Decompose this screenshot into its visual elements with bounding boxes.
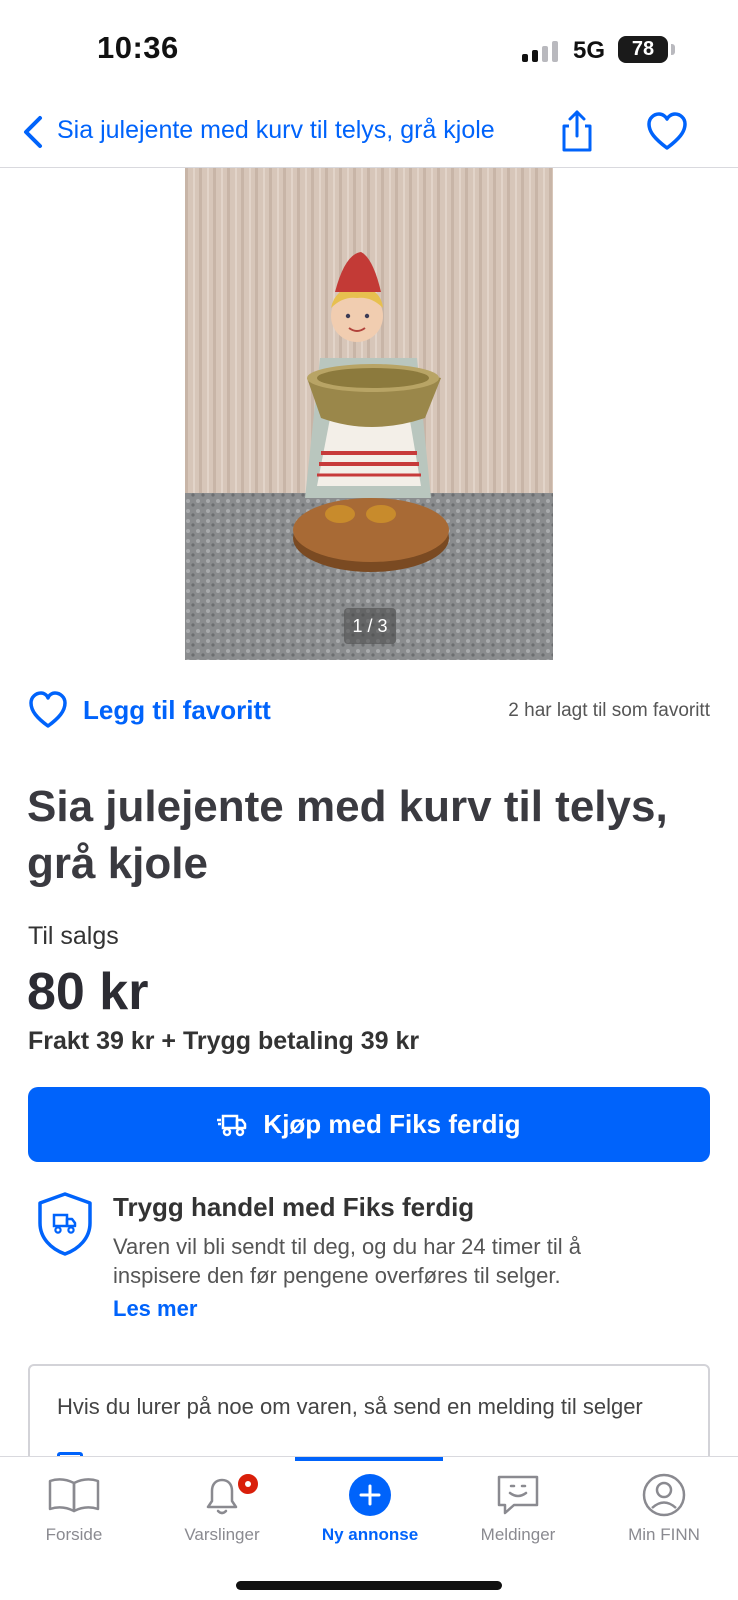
tab-label: Varslinger <box>184 1525 260 1544</box>
heart-outline-icon[interactable] <box>27 690 69 730</box>
book-icon <box>48 1478 100 1513</box>
signal-icon <box>522 40 562 62</box>
tab-label: Meldinger <box>480 1525 556 1544</box>
safe-trade-title: Trygg handel med Fiks ferdig <box>113 1192 475 1222</box>
figurine-photo <box>185 168 553 660</box>
status-bar: 10:36 5G 78 <box>0 0 738 100</box>
image-counter: 1 / 3 <box>344 608 396 644</box>
nav-bar: Sia julejente med kurv til telys, grå kj… <box>0 100 738 168</box>
chat-icon <box>497 1475 539 1515</box>
tab-min-finn[interactable]: Min FINN <box>590 1471 738 1561</box>
tab-bar: Forside Varslinger Ny annonse Meldinger … <box>0 1456 738 1600</box>
sale-status: Til salgs <box>28 922 119 950</box>
shield-truck-icon <box>38 1192 92 1256</box>
shipping-cost: Frakt 39 kr + Trygg betaling 39 kr <box>28 1027 420 1055</box>
notification-badge <box>235 1471 261 1497</box>
home-indicator <box>236 1581 502 1590</box>
chevron-left-icon[interactable] <box>20 112 48 152</box>
truck-icon <box>217 1114 247 1136</box>
share-icon[interactable] <box>560 108 594 154</box>
buy-button[interactable]: Kjøp med Fiks ferdig <box>28 1087 710 1162</box>
contact-seller-text: Hvis du lurer på noe om varen, så send e… <box>57 1394 643 1419</box>
battery-icon: 78 <box>618 36 668 63</box>
add-favorite-button[interactable]: Legg til favoritt <box>83 695 271 726</box>
plus-circle-icon <box>349 1474 391 1516</box>
tab-label: Min FINN <box>628 1525 700 1544</box>
active-tab-indicator <box>295 1457 443 1461</box>
network-type: 5G <box>573 37 606 64</box>
tab-forside[interactable]: Forside <box>0 1471 148 1561</box>
nav-title: Sia julejente med kurv til telys, grå kj… <box>57 116 495 144</box>
favorite-count: 2 har lagt til som favoritt <box>508 700 710 721</box>
read-more-link[interactable]: Les mer <box>113 1296 197 1322</box>
safe-trade-description: Varen vil bli sendt til deg, og du har 2… <box>113 1234 581 1288</box>
tab-label: Ny annonse <box>321 1525 419 1544</box>
page: 10:36 5G 78 Sia julejente med kurv til t… <box>0 0 738 1600</box>
tab-label: Forside <box>45 1525 103 1544</box>
buy-button-label: Kjøp med Fiks ferdig <box>263 1109 521 1139</box>
status-time: 10:36 <box>97 30 179 65</box>
listing-image[interactable]: 1 / 3 <box>185 168 553 660</box>
tab-meldinger[interactable]: Meldinger <box>444 1471 592 1561</box>
price: 80 kr <box>27 963 149 1021</box>
heart-outline-icon[interactable] <box>645 110 689 152</box>
item-title: Sia julejente med kurv til telys, grå kj… <box>27 782 668 888</box>
user-circle-icon <box>642 1473 686 1517</box>
tab-ny-annonse[interactable]: Ny annonse <box>296 1471 444 1561</box>
battery-tip <box>671 44 675 55</box>
tab-varslinger[interactable]: Varslinger <box>148 1471 296 1561</box>
